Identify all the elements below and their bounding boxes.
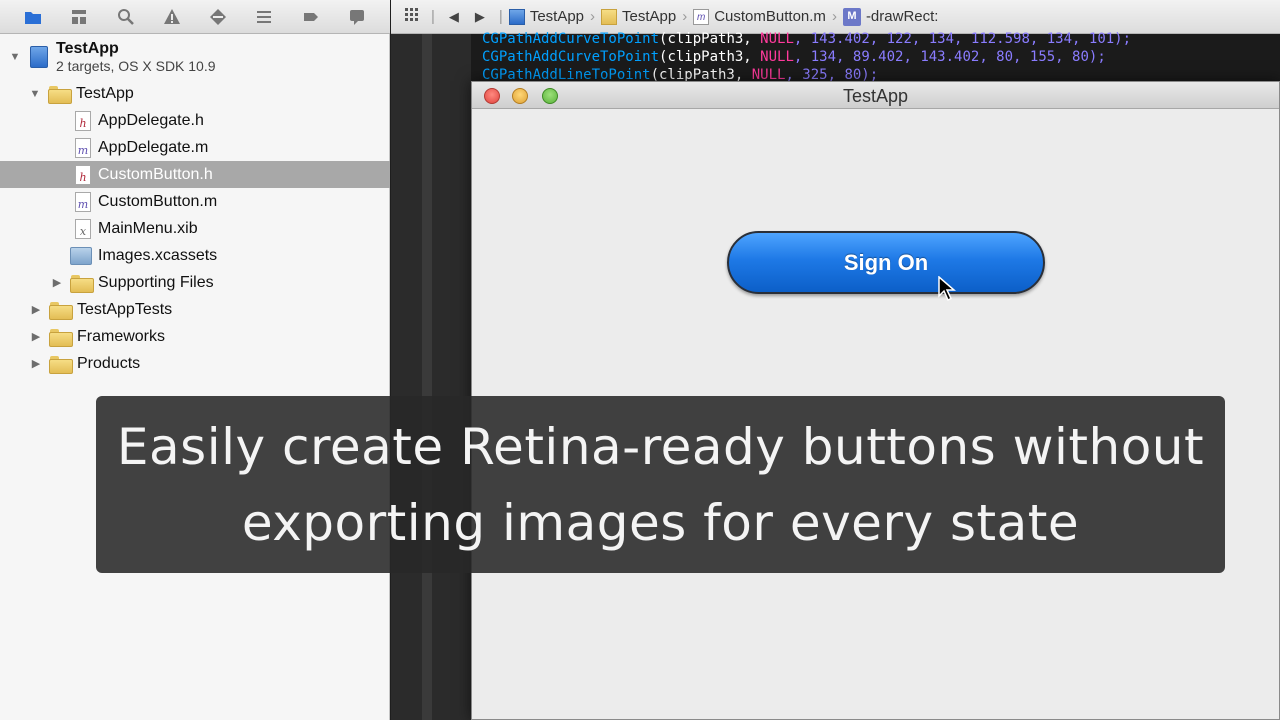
window-titlebar[interactable]: TestApp <box>472 82 1279 109</box>
window-title: TestApp <box>842 86 909 106</box>
chevron-right-icon: › <box>682 8 688 25</box>
tree-item-custombutton-h[interactable]: h CustomButton.h <box>0 161 390 188</box>
forward-button[interactable]: ▶ <box>467 9 493 25</box>
tree-item-mainmenu-xib[interactable]: x MainMenu.xib <box>0 215 390 242</box>
tree-item-label: AppDelegate.m <box>98 138 209 156</box>
disclosure-expanded-icon[interactable]: ▼ <box>8 51 22 63</box>
disclosure-collapsed-icon[interactable]: ▶ <box>29 330 43 343</box>
code-numbers: , 143.402, 122, 134, 112.598, 134, 101); <box>793 31 1132 47</box>
code-function: CGPathAddCurveToPoint <box>482 31 660 47</box>
code-function: CGPathAddCurveToPoint <box>482 49 660 65</box>
folder-icon <box>49 355 73 374</box>
project-row[interactable]: ▼ TestApp 2 targets, OS X SDK 10.9 <box>0 36 390 78</box>
header-file-icon: h <box>75 110 91 131</box>
project-file-icon <box>508 8 525 25</box>
tree-item-products[interactable]: ▶ Products <box>0 350 390 377</box>
screen: ▼ TestApp 2 targets, OS X SDK 10.9 ▼ Tes… <box>0 0 1280 720</box>
header-file-icon: h <box>75 164 91 185</box>
code-args: (clipPath3, <box>659 49 761 65</box>
code-line[interactable]: CGPathAddCurveToPoint(clipPath3, NULL, 1… <box>482 49 1106 65</box>
warning-icon[interactable] <box>161 6 183 28</box>
disclosure-collapsed-icon[interactable]: ▶ <box>29 357 43 370</box>
search-icon[interactable] <box>115 6 137 28</box>
test-icon[interactable] <box>207 6 229 28</box>
folder-icon <box>48 85 72 104</box>
code-keyword: NULL <box>760 31 794 47</box>
breadcrumb-file[interactable]: m CustomButton.m <box>693 8 826 25</box>
navigator-toolbar <box>0 0 390 34</box>
project-subtitle: 2 targets, OS X SDK 10.9 <box>56 58 216 74</box>
tree-item-testapp-folder[interactable]: ▼ TestApp <box>0 80 390 107</box>
tree-item-label: Products <box>77 354 141 372</box>
implementation-file-icon: m <box>75 137 91 158</box>
tree-item-images-xcassets[interactable]: Images.xcassets <box>0 242 390 269</box>
tree-item-testapptests[interactable]: ▶ TestAppTests <box>0 296 390 323</box>
code-args: (clipPath3, <box>659 31 761 47</box>
tree-item-label: Frameworks <box>77 327 166 345</box>
disclosure-expanded-icon[interactable]: ▼ <box>28 88 42 100</box>
tree-item-label: Images.xcassets <box>98 246 218 264</box>
tree-item-label: CustomButton.m <box>98 192 218 210</box>
breadcrumb-project[interactable]: TestApp <box>508 8 585 25</box>
tree-item-label: MainMenu.xib <box>98 219 198 237</box>
breakpoint-icon[interactable] <box>300 6 322 28</box>
mouse-pointer-icon <box>938 276 956 302</box>
interface-file-icon: x <box>75 218 91 239</box>
breadcrumb-label: -drawRect: <box>865 8 939 25</box>
disclosure-collapsed-icon[interactable]: ▶ <box>50 276 64 289</box>
breadcrumb-label: CustomButton.m <box>714 8 826 25</box>
folder-icon[interactable] <box>22 6 44 28</box>
code-keyword: NULL <box>760 49 794 65</box>
caption-text: Easily create Retina-ready buttons witho… <box>116 417 1205 552</box>
caption-overlay: Easily create Retina-ready buttons witho… <box>96 396 1225 573</box>
breadcrumb-method[interactable]: M -drawRect: <box>842 7 939 26</box>
sign-on-button[interactable]: Sign On <box>727 231 1045 294</box>
breadcrumb-label: TestApp <box>622 8 677 25</box>
tree-item-appdelegate-h[interactable]: h AppDelegate.h <box>0 107 390 134</box>
tree-item-custombutton-m[interactable]: m CustomButton.m <box>0 188 390 215</box>
implementation-file-icon: m <box>75 191 91 212</box>
project-file-icon <box>30 46 48 68</box>
jump-bar: | ◀ ▶ | TestApp › TestApp › m CustomButt… <box>391 0 1280 34</box>
related-items-icon[interactable] <box>399 8 425 25</box>
tree-item-frameworks[interactable]: ▶ Frameworks <box>0 323 390 350</box>
tree-item-appdelegate-m[interactable]: m AppDelegate.m <box>0 134 390 161</box>
folder-icon <box>70 274 94 293</box>
project-navigator: ▼ TestApp 2 targets, OS X SDK 10.9 ▼ Tes… <box>0 34 390 720</box>
breadcrumb-label: TestApp <box>529 8 585 25</box>
asset-catalog-icon <box>70 246 92 265</box>
folder-icon <box>601 8 618 25</box>
tree-item-label: TestAppTests <box>77 300 173 318</box>
back-button[interactable]: ◀ <box>441 9 467 25</box>
implementation-file-icon: m <box>693 8 710 25</box>
editor-gutter-divider <box>422 34 432 720</box>
code-numbers: , 134, 89.402, 143.402, 80, 155, 80); <box>793 49 1106 65</box>
method-icon: M <box>842 7 861 26</box>
debug-icon[interactable] <box>253 6 275 28</box>
hierarchy-icon[interactable] <box>68 6 90 28</box>
log-icon[interactable] <box>346 6 368 28</box>
tree-item-label: TestApp <box>76 84 134 102</box>
tree-item-label: AppDelegate.h <box>98 111 204 129</box>
tree-item-supporting-files[interactable]: ▶ Supporting Files <box>0 269 390 296</box>
folder-icon <box>49 301 73 320</box>
tree-item-label: Supporting Files <box>98 273 214 291</box>
tree-item-label: CustomButton.h <box>98 165 213 183</box>
folder-icon <box>49 328 73 347</box>
chevron-right-icon: › <box>590 8 596 25</box>
chevron-right-icon: › <box>831 8 837 25</box>
breadcrumb-group[interactable]: TestApp <box>601 8 676 25</box>
disclosure-collapsed-icon[interactable]: ▶ <box>29 303 43 316</box>
project-name: TestApp <box>56 40 119 57</box>
code-line[interactable]: CGPathAddCurveToPoint(clipPath3, NULL, 1… <box>482 31 1131 47</box>
